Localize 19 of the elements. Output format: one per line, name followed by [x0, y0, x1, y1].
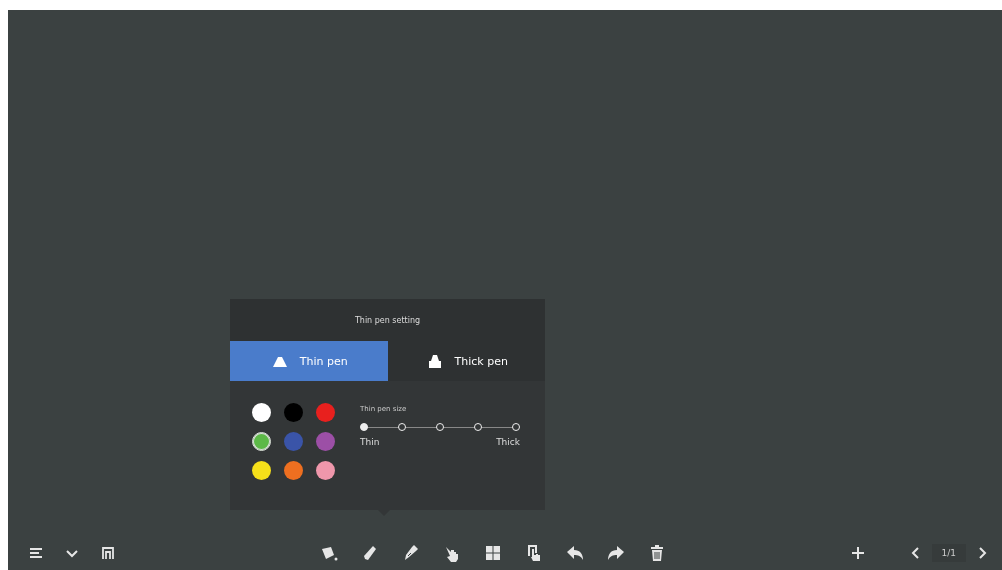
size-step[interactable] — [436, 423, 444, 431]
pen-tab[interactable]: Thin pen — [230, 341, 388, 381]
max-label: Thick — [496, 437, 520, 447]
size-step[interactable] — [474, 423, 482, 431]
color-swatch[interactable] — [252, 461, 271, 480]
color-swatch[interactable] — [316, 432, 335, 451]
color-swatch[interactable] — [284, 461, 303, 480]
color-swatch[interactable] — [252, 432, 271, 451]
color-swatch[interactable] — [316, 461, 335, 480]
size-step[interactable] — [512, 423, 520, 431]
size-step[interactable] — [398, 423, 406, 431]
color-swatch[interactable] — [284, 432, 303, 451]
panel-title: Thin pen setting — [354, 315, 421, 325]
color-swatch[interactable] — [316, 403, 335, 422]
page-indicator: 1/1 — [931, 544, 966, 562]
color-swatch[interactable] — [284, 403, 303, 422]
color-swatch[interactable] — [252, 403, 271, 422]
min-label: Thin — [360, 437, 380, 447]
size-step[interactable] — [360, 423, 368, 431]
